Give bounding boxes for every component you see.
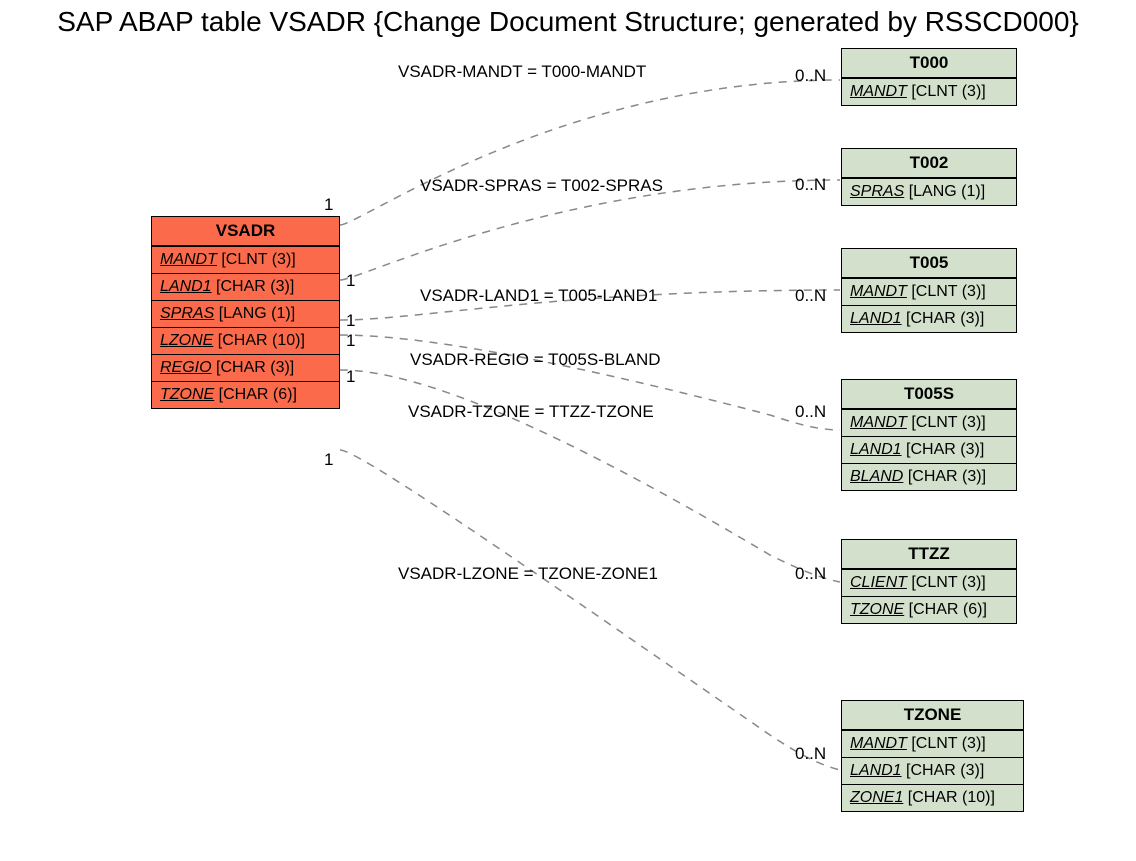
cardinality-left: 1 [346,311,355,331]
table-row: SPRAS [LANG (1)] [842,178,1016,205]
table-row: LZONE [CHAR (10)] [152,327,339,354]
table-t002: T002 SPRAS [LANG (1)] [841,148,1017,206]
table-vsadr: VSADR MANDT [CLNT (3)] LAND1 [CHAR (3)] … [151,216,340,409]
edge-label: VSADR-SPRAS = T002-SPRAS [420,176,663,196]
edge-label: VSADR-REGIO = T005S-BLAND [410,350,661,370]
table-t005s-header: T005S [842,380,1016,409]
cardinality-right: 0..N [795,175,826,195]
edge-label: VSADR-LZONE = TZONE-ZONE1 [398,564,658,584]
table-row: MANDT [CLNT (3)] [842,409,1016,436]
cardinality-right: 0..N [795,402,826,422]
table-row: TZONE [CHAR (6)] [842,596,1016,623]
cardinality-right: 0..N [795,744,826,764]
edge-label: VSADR-TZONE = TTZZ-TZONE [408,402,654,422]
table-row: TZONE [CHAR (6)] [152,381,339,408]
cardinality-left: 1 [346,331,355,351]
table-t005-header: T005 [842,249,1016,278]
table-t000: T000 MANDT [CLNT (3)] [841,48,1017,106]
cardinality-left: 1 [324,450,333,470]
edge-label: VSADR-LAND1 = T005-LAND1 [420,286,657,306]
table-tzone-header: TZONE [842,701,1023,730]
table-row: LAND1 [CHAR (3)] [152,273,339,300]
table-t000-header: T000 [842,49,1016,78]
edge-label: VSADR-MANDT = T000-MANDT [398,62,646,82]
table-row: MANDT [CLNT (3)] [842,278,1016,305]
table-vsadr-header: VSADR [152,217,339,246]
table-ttzz-header: TTZZ [842,540,1016,569]
cardinality-right: 0..N [795,286,826,306]
table-t005: T005 MANDT [CLNT (3)] LAND1 [CHAR (3)] [841,248,1017,333]
table-row: MANDT [CLNT (3)] [152,246,339,273]
cardinality-right: 0..N [795,66,826,86]
table-row: SPRAS [LANG (1)] [152,300,339,327]
table-row: LAND1 [CHAR (3)] [842,757,1023,784]
cardinality-right: 0..N [795,564,826,584]
diagram-title: SAP ABAP table VSADR {Change Document St… [0,6,1136,38]
table-tzone: TZONE MANDT [CLNT (3)] LAND1 [CHAR (3)] … [841,700,1024,812]
table-row: ZONE1 [CHAR (10)] [842,784,1023,811]
table-ttzz: TTZZ CLIENT [CLNT (3)] TZONE [CHAR (6)] [841,539,1017,624]
table-row: CLIENT [CLNT (3)] [842,569,1016,596]
cardinality-left: 1 [346,367,355,387]
table-row: MANDT [CLNT (3)] [842,730,1023,757]
table-row: LAND1 [CHAR (3)] [842,436,1016,463]
cardinality-left: 1 [346,271,355,291]
table-row: BLAND [CHAR (3)] [842,463,1016,490]
table-t002-header: T002 [842,149,1016,178]
table-row: REGIO [CHAR (3)] [152,354,339,381]
table-row: LAND1 [CHAR (3)] [842,305,1016,332]
table-row: MANDT [CLNT (3)] [842,78,1016,105]
cardinality-left: 1 [324,195,333,215]
table-t005s: T005S MANDT [CLNT (3)] LAND1 [CHAR (3)] … [841,379,1017,491]
